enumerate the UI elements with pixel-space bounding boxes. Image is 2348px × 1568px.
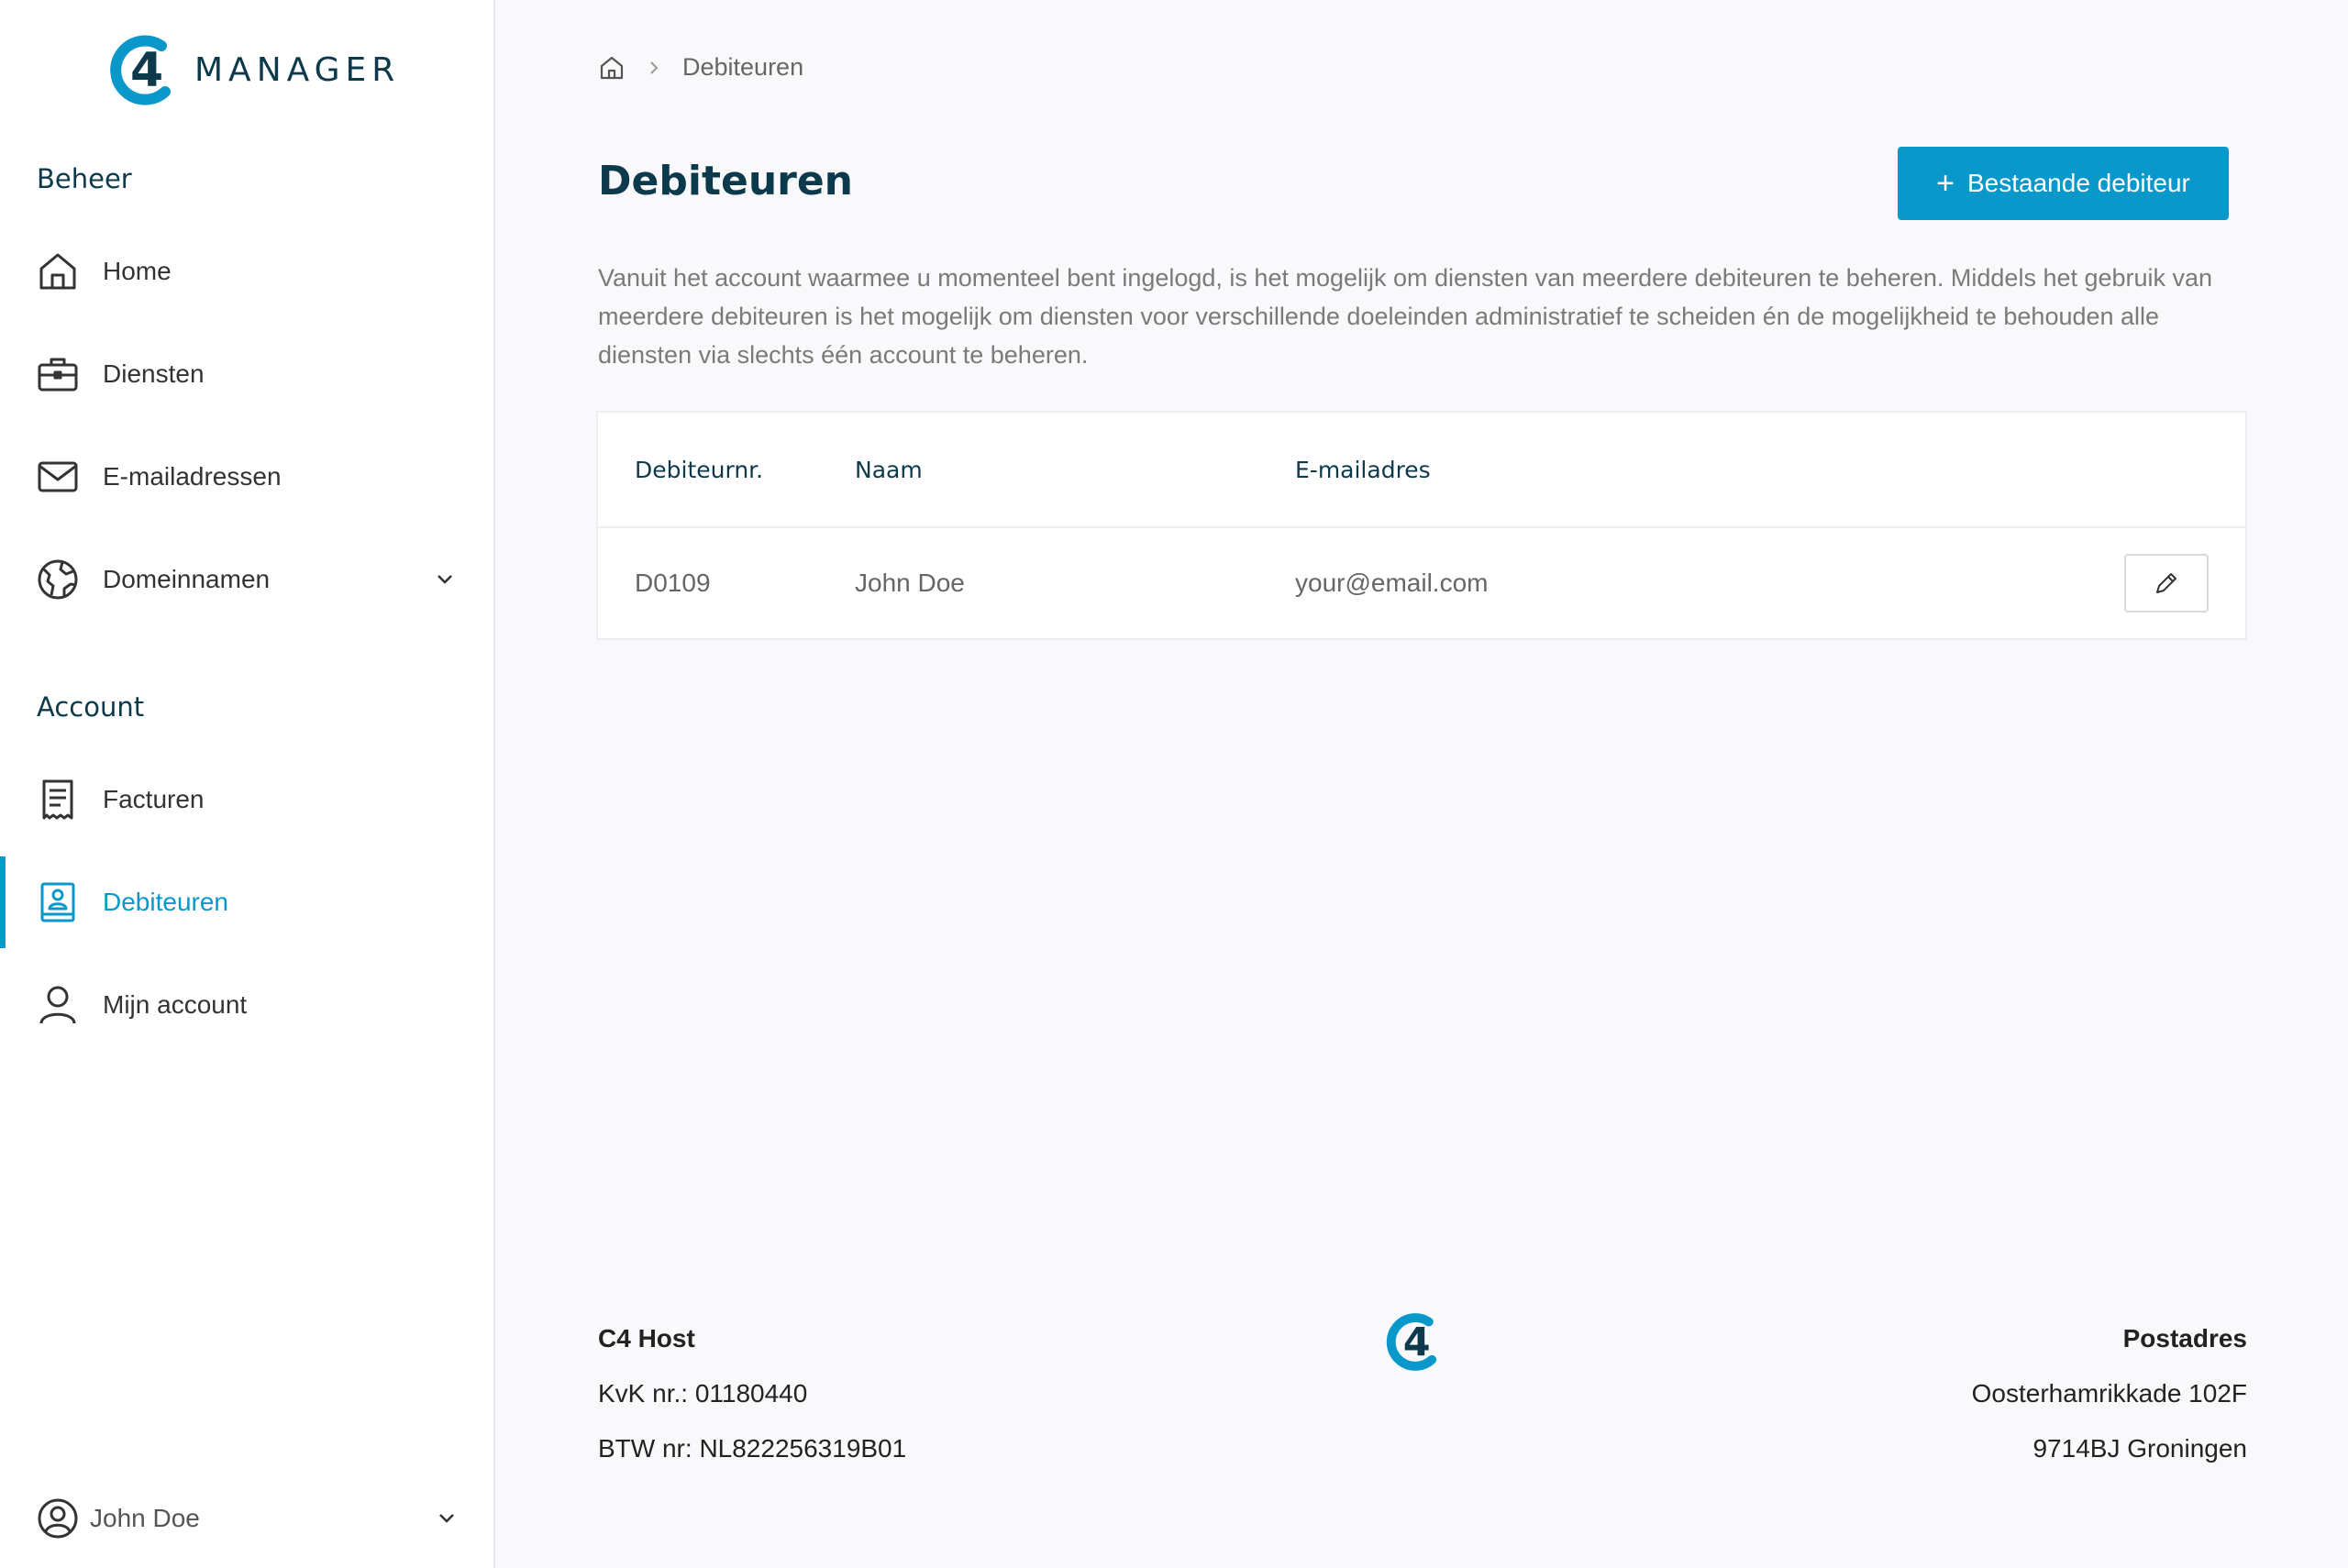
footer-btw: BTW nr: NL822256319B01 [598, 1434, 907, 1463]
cell-number: D0109 [635, 569, 711, 597]
footer-company-name: C4 Host [598, 1324, 695, 1353]
user-icon [37, 984, 79, 1026]
plus-icon: + [1936, 166, 1955, 201]
user-avatar-icon [38, 1498, 78, 1539]
footer-postal-title: Postadres [2122, 1324, 2247, 1353]
cell-name: John Doe [855, 569, 965, 597]
sidebar: 4 MANAGER Beheer Home Diensten E-mailadr… [0, 0, 495, 1568]
footer-company-info: C4 Host KvK nr.: 01180440 BTW nr: NL8222… [598, 1311, 906, 1476]
sidebar-item-label: Diensten [103, 359, 205, 388]
user-menu[interactable]: John Doe [37, 1491, 459, 1546]
edit-button[interactable] [2124, 554, 2209, 613]
page-title: Debiteuren [598, 158, 854, 204]
sidebar-item-diensten[interactable]: Diensten [0, 328, 493, 420]
sidebar-item-domeinnamen[interactable]: Domeinnamen [0, 534, 493, 625]
chevron-down-icon[interactable] [435, 1507, 459, 1530]
table-header: Debiteurnr. Naam E-mailadres [598, 413, 2245, 528]
logo[interactable]: 4 MANAGER [108, 33, 400, 106]
svg-text:4: 4 [130, 43, 163, 98]
svg-text:4: 4 [1403, 1320, 1431, 1365]
sidebar-item-label: Home [103, 257, 172, 285]
chevron-right-icon [650, 61, 659, 74]
cell-email: your@email.com [1295, 569, 1489, 597]
sidebar-item-label: E-mailadressen [103, 462, 282, 491]
section-title-account: Account [37, 691, 145, 723]
sidebar-item-facturen[interactable]: Facturen [0, 754, 493, 845]
column-header-email: E-mailadres [1295, 457, 1431, 483]
main-content: Debiteuren Debiteuren + Bestaande debite… [497, 0, 2348, 1568]
sidebar-item-mijn-account[interactable]: Mijn account [0, 959, 493, 1051]
debtors-table: Debiteurnr. Naam E-mailadres D0109 John … [596, 411, 2247, 640]
footer-postal-address: Postadres Oosterhamrikkade 102F 9714BJ G… [1972, 1311, 2247, 1476]
column-header-number: Debiteurnr. [635, 457, 764, 483]
logo-text: MANAGER [194, 50, 401, 89]
mail-icon [37, 456, 79, 498]
footer-street: Oosterhamrikkade 102F [1971, 1379, 2247, 1408]
add-existing-debtor-button[interactable]: + Bestaande debiteur [1898, 147, 2229, 220]
sidebar-item-label: Domeinnamen [103, 565, 271, 593]
section-title-beheer: Beheer [37, 163, 132, 194]
sidebar-item-home[interactable]: Home [0, 226, 493, 317]
chevron-down-icon[interactable] [433, 568, 457, 591]
sidebar-item-label: Debiteuren [103, 888, 228, 916]
briefcase-icon [37, 353, 79, 395]
sidebar-item-e-mailadressen[interactable]: E-mailadressen [0, 431, 493, 523]
c4-logo-icon: 4 [1386, 1313, 1437, 1371]
user-name: John Doe [90, 1504, 200, 1532]
receipt-icon [37, 778, 79, 821]
globe-icon [37, 558, 79, 601]
footer: C4 Host KvK nr.: 01180440 BTW nr: NL8222… [598, 1311, 2247, 1495]
intro-text: Vanuit het account waarmee u momenteel b… [598, 264, 2213, 369]
sidebar-item-label: Facturen [103, 785, 205, 813]
breadcrumb-current: Debiteuren [682, 53, 804, 81]
sidebar-item-label: Mijn account [103, 990, 248, 1019]
breadcrumb: Debiteuren [598, 53, 803, 82]
column-header-name: Naam [855, 457, 923, 483]
footer-kvk: KvK nr.: 01180440 [598, 1379, 808, 1408]
pencil-icon [2156, 573, 2176, 593]
add-existing-debtor-label: Bestaande debiteur [1967, 169, 2190, 197]
app: 4 MANAGER Beheer Home Diensten E-mailadr… [0, 0, 2348, 1568]
footer-city: 9714BJ Groningen [2032, 1434, 2247, 1463]
home-icon[interactable] [598, 54, 626, 82]
home-icon [37, 250, 79, 293]
sidebar-item-debiteuren[interactable]: Debiteuren [0, 856, 493, 948]
c4-logo-icon: 4 [110, 35, 171, 105]
contact-book-icon [37, 881, 79, 923]
table-row: D0109 John Doe your@email.com [598, 528, 2245, 640]
